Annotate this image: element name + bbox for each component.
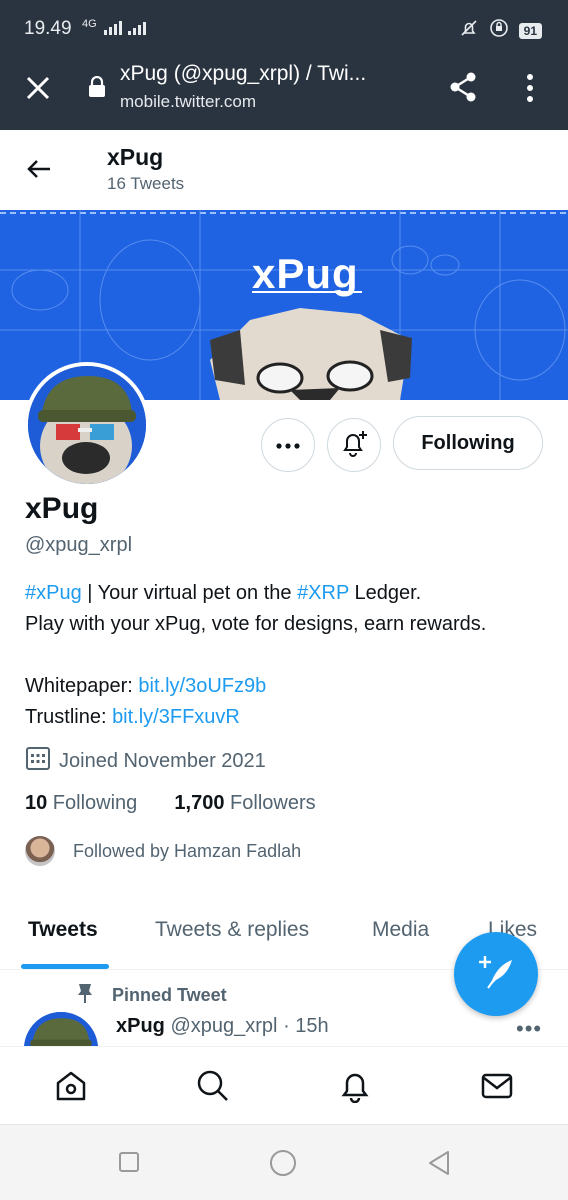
- signal-icon: [104, 21, 146, 35]
- pinned-text: Pinned Tweet: [112, 985, 227, 1005]
- network-label: 4G: [82, 18, 97, 30]
- followers-stat[interactable]: 1,700 Followers: [174, 792, 315, 814]
- compose-tweet-button[interactable]: [454, 932, 538, 1016]
- tab-tweets-replies[interactable]: Tweets & replies: [155, 918, 309, 942]
- profile-handle: @xpug_xrpl: [25, 534, 133, 556]
- banner-title: xPug: [252, 250, 359, 297]
- following-count: 10: [25, 792, 48, 814]
- bell-plus-icon: [339, 428, 369, 463]
- whitepaper-link[interactable]: bit.ly/3oUFz9b: [138, 675, 266, 697]
- hashtag-link[interactable]: #XRP: [297, 582, 349, 604]
- bottom-navigation: [0, 1046, 568, 1124]
- status-bar: 19.49 4G 91: [0, 0, 568, 56]
- tab-tweets[interactable]: Tweets: [28, 918, 98, 942]
- followers-label: Followers: [224, 792, 316, 814]
- bio-text: Ledger.: [348, 582, 422, 604]
- share-icon[interactable]: [446, 70, 480, 109]
- more-actions-button[interactable]: [261, 418, 315, 472]
- rotation-lock-icon: [489, 18, 509, 43]
- close-icon[interactable]: [24, 74, 52, 102]
- ellipsis-icon: [276, 436, 300, 454]
- following-button[interactable]: Following: [393, 416, 543, 470]
- browser-toolbar: xPug (@xpug_xrpl) / Twi... mobile.twitte…: [0, 56, 568, 130]
- profile-header-bar: xPug 16 Tweets: [0, 130, 568, 210]
- trustline-link[interactable]: bit.ly/3FFxuvR: [112, 706, 240, 728]
- bio-text: | Your virtual pet on the: [81, 582, 298, 604]
- more-options-icon[interactable]: [524, 72, 536, 109]
- system-navigation-bar: [0, 1124, 568, 1200]
- header-name: xPug: [107, 144, 164, 170]
- following-label: Following: [47, 792, 138, 814]
- tweet-more-button[interactable]: •••: [516, 1016, 542, 1042]
- header-tweet-count: 16 Tweets: [107, 174, 185, 193]
- followed-by[interactable]: Followed by Hamzan Fadlah: [25, 836, 301, 866]
- home-icon[interactable]: [54, 1069, 88, 1108]
- profile-avatar[interactable]: [24, 362, 150, 488]
- tweet-author-name[interactable]: xPug: [116, 1015, 165, 1037]
- pin-icon: [76, 982, 94, 1009]
- follower-avatar: [25, 836, 55, 866]
- profile-display-name: xPug: [25, 492, 99, 525]
- back-arrow-icon[interactable]: [26, 158, 52, 185]
- feather-plus-icon: [476, 952, 516, 997]
- trustline-label: Trustline:: [25, 706, 113, 728]
- mute-notifications-icon: [459, 18, 479, 43]
- notifications-icon[interactable]: [338, 1069, 372, 1108]
- search-icon[interactable]: [196, 1069, 230, 1108]
- tweet-time: · 15h: [283, 1015, 329, 1037]
- battery-indicator: 91: [518, 22, 542, 39]
- notify-button[interactable]: [327, 418, 381, 472]
- followed-by-text: Followed by Hamzan Fadlah: [73, 840, 302, 861]
- followers-count: 1,700: [174, 792, 225, 814]
- home-circle-icon[interactable]: [269, 1149, 297, 1182]
- joined-text: Joined November 2021: [59, 749, 266, 772]
- tweet-header: xPug @xpug_xrpl · 15h: [116, 1015, 329, 1038]
- messages-icon[interactable]: [480, 1069, 514, 1108]
- active-tab-indicator: [21, 964, 109, 969]
- tweet-author-handle: @xpug_xrpl: [170, 1015, 278, 1037]
- follow-stats: 10 Following 1,700 Followers: [25, 792, 316, 815]
- bio-line: Play with your xPug, vote for designs, e…: [25, 613, 487, 635]
- calendar-icon: [25, 745, 51, 777]
- lock-icon: [88, 75, 106, 103]
- following-stat[interactable]: 10 Following: [25, 792, 137, 814]
- recents-icon[interactable]: [118, 1151, 140, 1178]
- browser-url[interactable]: mobile.twitter.com: [120, 92, 256, 112]
- back-triangle-icon[interactable]: [426, 1149, 452, 1182]
- joined-date: Joined November 2021: [25, 745, 266, 777]
- hashtag-link[interactable]: #xPug: [25, 582, 82, 604]
- tab-media[interactable]: Media: [372, 918, 429, 942]
- status-time: 19.49: [24, 18, 72, 39]
- pug-avatar-image: [28, 366, 146, 484]
- profile-bio: #xPug | Your virtual pet on the #XRP Led…: [25, 578, 555, 733]
- browser-page-title: xPug (@xpug_xrpl) / Twi...: [120, 62, 367, 85]
- whitepaper-label: Whitepaper:: [25, 675, 139, 697]
- pinned-label: Pinned Tweet: [76, 982, 227, 1009]
